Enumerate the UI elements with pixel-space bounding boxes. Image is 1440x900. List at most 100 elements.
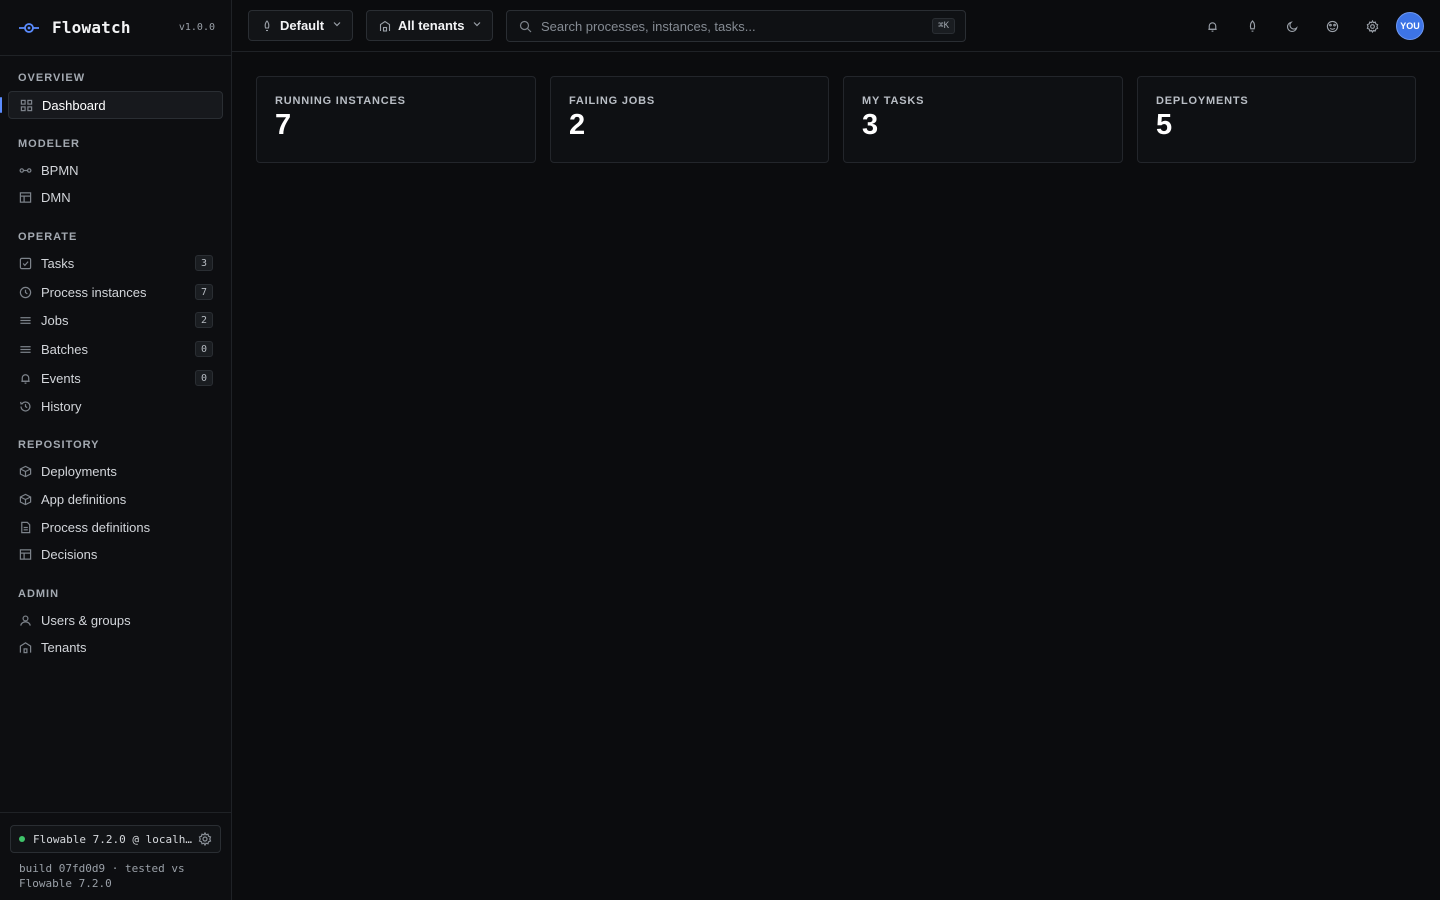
environment-label: Default [280, 18, 325, 33]
count-badge: 2 [195, 312, 213, 328]
sidebar: Flowatch v1.0.0 OVERVIEW Dashboard MODEL… [0, 0, 232, 900]
bell-icon [18, 371, 32, 385]
table-icon [18, 190, 32, 204]
stat-label: FAILING JOBS [569, 95, 655, 107]
stat-card-my-tasks[interactable]: MY TASKS 3 [843, 76, 1123, 163]
sidebar-item-users-groups[interactable]: Users & groups [8, 606, 223, 634]
sidebar-item-tasks[interactable]: Tasks 3 [8, 249, 223, 277]
sidebar-item-label: Jobs [41, 312, 69, 328]
cube-icon [18, 492, 32, 506]
sidebar-item-label: Tenants [41, 639, 87, 655]
stat-value: 2 [569, 109, 586, 141]
history-icon [18, 399, 32, 413]
build-info: build 07fd0d9 · tested vs Flowable 7.2.0 [10, 861, 221, 891]
sidebar-item-process-instances[interactable]: Process instances 7 [8, 278, 223, 306]
count-badge: 7 [195, 284, 213, 300]
sidebar-item-label: History [41, 398, 82, 414]
sidebar-item-bpmn[interactable]: BPMN [8, 156, 223, 184]
search-input[interactable] [541, 18, 933, 34]
stat-value: 7 [275, 109, 292, 141]
bell-icon[interactable] [1202, 16, 1222, 36]
stat-value: 5 [1156, 109, 1173, 141]
clock-icon [18, 285, 32, 299]
stat-label: DEPLOYMENTS [1156, 95, 1249, 107]
sidebar-item-decisions[interactable]: Decisions [8, 540, 223, 568]
build-line: build 07fd0d9 · tested vs [19, 862, 185, 875]
search-icon [519, 20, 532, 33]
sidebar-item-label: Deployments [41, 463, 117, 479]
sidebar-item-app-definitions[interactable]: App definitions [8, 485, 223, 513]
shortcut-hint: ⌘K [932, 18, 955, 34]
chevron-down-icon [332, 19, 342, 29]
engine-label: Flowable 7.2.0 @ localhost [33, 832, 192, 846]
grid-icon [19, 98, 33, 112]
app-name: Flowatch [52, 18, 131, 37]
sidebar-item-label: BPMN [41, 162, 79, 178]
sidebar-item-label: Dashboard [42, 97, 106, 113]
sidebar-item-label: Tasks [41, 255, 75, 271]
sidebar-item-deployments[interactable]: Deployments [8, 457, 223, 485]
rocket-icon[interactable] [1242, 16, 1262, 36]
building-icon [18, 640, 32, 654]
table-icon [18, 547, 32, 561]
sidebar-item-process-definitions[interactable]: Process definitions [8, 513, 223, 541]
palette-icon[interactable] [1322, 16, 1342, 36]
building-icon [379, 20, 391, 32]
stat-card-deployments[interactable]: DEPLOYMENTS 5 [1137, 76, 1416, 163]
build-line: Flowable 7.2.0 [19, 877, 112, 890]
section-modeler: MODELER [18, 138, 80, 150]
sidebar-footer: Flowable 7.2.0 @ localhost build 07fd0d9… [0, 812, 231, 900]
sidebar-item-dmn[interactable]: DMN [8, 183, 223, 211]
sidebar-item-history[interactable]: History [8, 392, 223, 420]
avatar[interactable]: YOU [1396, 12, 1424, 40]
sidebar-item-dashboard[interactable]: Dashboard [8, 91, 223, 119]
lines-icon [18, 313, 32, 327]
sidebar-item-label: Events [41, 370, 81, 386]
stat-label: MY TASKS [862, 95, 925, 107]
stat-label: RUNNING INSTANCES [275, 95, 406, 107]
sidebar-item-label: Decisions [41, 546, 98, 562]
moon-icon[interactable] [1282, 16, 1302, 36]
sidebar-item-batches[interactable]: Batches 0 [8, 335, 223, 363]
sidebar-item-label: Batches [41, 341, 88, 357]
chevron-down-icon [472, 19, 482, 29]
sidebar-item-tenants[interactable]: Tenants [8, 633, 223, 661]
cube-icon [18, 464, 32, 478]
section-repository: REPOSITORY [18, 439, 100, 451]
section-admin: ADMIN [18, 588, 60, 600]
lines-icon [18, 342, 32, 356]
count-badge: 0 [195, 370, 213, 386]
sidebar-item-label: App definitions [41, 491, 127, 507]
rocket-icon [261, 19, 273, 32]
section-overview: OVERVIEW [18, 72, 86, 84]
sidebar-item-jobs[interactable]: Jobs 2 [8, 306, 223, 334]
engine-connection[interactable]: Flowable 7.2.0 @ localhost [10, 825, 221, 853]
brand: Flowatch v1.0.0 [0, 0, 231, 56]
gear-icon[interactable] [198, 831, 212, 847]
active-indicator [0, 97, 2, 113]
topbar: Default All tenants ⌘K YOU [232, 0, 1440, 52]
search-bar: ⌘K [506, 10, 966, 42]
document-icon [18, 520, 32, 534]
checkbox-icon [18, 256, 32, 270]
tenant-selector[interactable]: All tenants [366, 10, 494, 41]
environment-selector[interactable]: Default [248, 10, 354, 41]
sidebar-item-label: Process definitions [41, 519, 151, 535]
logo-icon [18, 17, 40, 39]
user-icon [18, 613, 32, 627]
tenant-label: All tenants [398, 18, 465, 33]
app-version: v1.0.0 [178, 22, 215, 33]
sidebar-item-label: Users & groups [41, 612, 131, 628]
sidebar-item-label: Process instances [41, 284, 147, 300]
stat-card-failing-jobs[interactable]: FAILING JOBS 2 [550, 76, 829, 163]
section-operate: OPERATE [18, 231, 78, 243]
status-dot [19, 836, 25, 842]
count-badge: 0 [195, 341, 213, 357]
sidebar-item-label: DMN [41, 189, 71, 205]
flow-icon [18, 163, 32, 177]
gear-icon[interactable] [1362, 16, 1382, 36]
count-badge: 3 [195, 255, 213, 271]
stat-card-running-instances[interactable]: RUNNING INSTANCES 7 [256, 76, 536, 163]
sidebar-item-events[interactable]: Events 0 [8, 364, 223, 392]
stat-value: 3 [862, 109, 879, 141]
